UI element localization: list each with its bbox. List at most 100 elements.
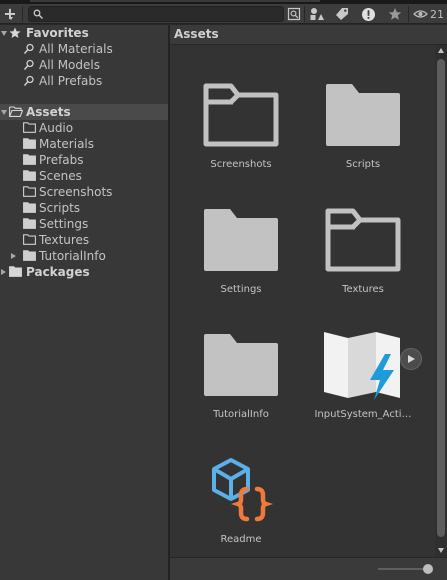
- search-by-type-button[interactable]: [284, 5, 304, 23]
- asset-name: Scripts: [345, 159, 381, 170]
- search-input[interactable]: [47, 7, 277, 21]
- readme-icon: [212, 458, 274, 522]
- tree-item-packages[interactable]: Packages: [0, 264, 168, 280]
- project-toolbar: + 21: [0, 4, 447, 24]
- tree-item-label: Assets: [26, 105, 71, 119]
- folder-filled-icon: [9, 266, 22, 277]
- search-icon: [33, 9, 43, 19]
- tree-item-label: TutorialInfo: [39, 249, 106, 263]
- asset-name: TutorialInfo: [213, 409, 269, 420]
- tab-strip: [30, 0, 320, 2]
- star-icon: [9, 27, 21, 38]
- folder-filled-icon: [23, 250, 36, 261]
- asset-item-readme[interactable]: Readme: [186, 450, 296, 560]
- warning-circle-icon: [361, 7, 375, 21]
- play-icon: [408, 355, 415, 363]
- asset-thumbnail: [186, 325, 296, 405]
- folder-filled-icon: [23, 170, 36, 181]
- tree-item-screenshots[interactable]: Screenshots: [0, 184, 168, 200]
- scrollbar-thumb[interactable]: [437, 59, 445, 537]
- asset-item-textures[interactable]: Textures: [308, 200, 418, 310]
- tree-item-favorite-search[interactable]: All Prefabs: [0, 73, 168, 89]
- asset-item-scripts[interactable]: Scripts: [308, 75, 418, 185]
- tree-item-settings[interactable]: Settings: [0, 216, 168, 232]
- tree-item-label: Scenes: [39, 169, 82, 183]
- asset-thumbnail: [186, 450, 296, 530]
- create-button[interactable]: +: [0, 4, 20, 24]
- type-filter-icon: [310, 8, 324, 20]
- tree-item-label: Screenshots: [39, 185, 113, 199]
- folder-filled-icon: [23, 154, 36, 165]
- foldout-collapsed-icon[interactable]: [11, 253, 16, 259]
- toolbar-separator: [304, 6, 305, 22]
- breadcrumb-assets[interactable]: Assets: [174, 27, 219, 41]
- foldout-expanded-icon[interactable]: [1, 31, 7, 36]
- tree-item-tutorialinfo[interactable]: TutorialInfo: [0, 248, 168, 264]
- project-window: + 21 Favorites All Materials All Models …: [0, 0, 447, 580]
- save-search-button[interactable]: [385, 5, 405, 23]
- tree-item-label: All Models: [39, 58, 100, 72]
- asset-item-screenshots[interactable]: Screenshots: [186, 75, 296, 185]
- asset-thumbnail: [186, 75, 296, 155]
- eye-icon: [413, 10, 428, 18]
- filter-by-label-button[interactable]: [332, 5, 352, 23]
- folder-icon: [204, 334, 278, 396]
- tree-item-label: Audio: [39, 121, 74, 135]
- tree-item-textures[interactable]: Textures: [0, 232, 168, 248]
- folder-filled-icon: [23, 138, 36, 149]
- expand-sub-assets-button[interactable]: [400, 348, 422, 370]
- asset-item-inputsystem-actions[interactable]: InputSystem_Acti…: [308, 325, 418, 435]
- tree-item-label: Settings: [39, 217, 89, 231]
- toolbar-separator: [408, 6, 409, 22]
- scroll-up-icon[interactable]: [438, 48, 444, 53]
- asset-name: Screenshots: [210, 159, 272, 170]
- tree-item-materials[interactable]: Materials: [0, 136, 168, 152]
- tree-item-assets[interactable]: Assets: [0, 104, 168, 120]
- filter-by-type-button[interactable]: [307, 5, 327, 23]
- star-icon: [388, 8, 402, 20]
- folder-filled-icon: [23, 202, 36, 213]
- asset-item-settings[interactable]: Settings: [186, 200, 296, 310]
- tree-item-audio[interactable]: Audio: [0, 120, 168, 136]
- icon-size-slider-thumb[interactable]: [423, 564, 433, 574]
- asset-name: InputSystem_Acti…: [314, 409, 412, 420]
- folder-open-icon: [9, 106, 23, 117]
- folder-icon: [326, 84, 400, 146]
- scroll-down-icon[interactable]: [438, 548, 444, 553]
- tree-item-label: Packages: [26, 265, 90, 279]
- toggle-hidden-packages-button[interactable]: 21: [413, 5, 444, 23]
- tree-item-favorites[interactable]: Favorites: [0, 25, 168, 41]
- foldout-collapsed-icon[interactable]: [1, 269, 6, 275]
- asset-item-tutorialinfo[interactable]: TutorialInfo: [186, 325, 296, 435]
- folder-empty-icon: [203, 83, 279, 147]
- tree-item-favorite-search[interactable]: All Materials: [0, 41, 168, 57]
- tree-item-label: Favorites: [26, 26, 89, 40]
- asset-thumbnail: [186, 200, 296, 280]
- search-icon: [23, 75, 34, 86]
- asset-name: Textures: [342, 284, 384, 295]
- filter-by-log-type-button[interactable]: [358, 5, 378, 23]
- foldout-expanded-icon[interactable]: [1, 110, 7, 115]
- vertical-scrollbar[interactable]: [435, 45, 447, 557]
- asset-name: Readme: [220, 534, 262, 545]
- tree-item-prefabs[interactable]: Prefabs: [0, 152, 168, 168]
- asset-thumbnail: [308, 200, 418, 280]
- folder-icon: [23, 122, 36, 133]
- dropdown-caret-icon: [9, 17, 13, 20]
- folder-icon: [204, 209, 278, 271]
- folder-icon: [23, 186, 36, 197]
- tree-item-label: Prefabs: [39, 153, 84, 167]
- status-bar: [170, 557, 447, 580]
- search-field[interactable]: [28, 6, 284, 22]
- tree-item-scenes[interactable]: Scenes: [0, 168, 168, 184]
- tree-item-favorite-search[interactable]: All Models: [0, 57, 168, 73]
- asset-grid-panel: Assets Screenshots Scripts Settings Text…: [170, 25, 447, 580]
- folder-icon: [23, 234, 36, 245]
- search-icon: [23, 59, 34, 70]
- folder-tree: Favorites All Materials All Models All P…: [0, 25, 168, 580]
- search-icon: [23, 43, 34, 54]
- tree-item-scripts[interactable]: Scripts: [0, 200, 168, 216]
- label-tag-icon: [336, 8, 348, 20]
- search-window-icon: [287, 7, 301, 21]
- tree-item-label: Textures: [39, 233, 90, 247]
